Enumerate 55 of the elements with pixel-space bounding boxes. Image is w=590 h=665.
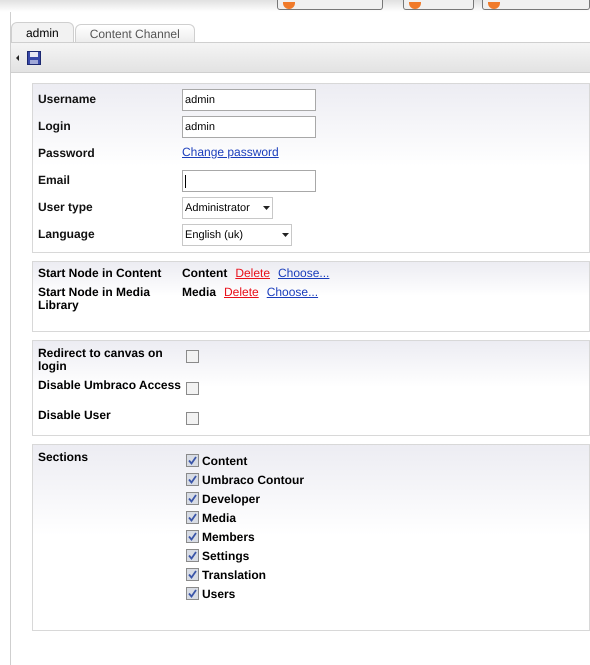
checkbox[interactable]	[186, 530, 199, 543]
section-label: Content	[202, 452, 248, 470]
field-label: Disable User	[38, 409, 112, 422]
field-label: Username	[38, 91, 98, 108]
action-icon	[488, 2, 500, 9]
checkbox[interactable]	[186, 473, 199, 486]
field-label: Disable Umbraco Access	[38, 379, 182, 392]
delete-link[interactable]: Delete	[224, 286, 259, 299]
action-icon	[409, 2, 422, 9]
toolbar-button[interactable]	[403, 0, 474, 10]
checkbox[interactable]	[186, 568, 199, 581]
choose-link[interactable]: Choose...	[278, 267, 330, 280]
field-label: Language	[38, 226, 96, 243]
checkbox[interactable]	[186, 454, 199, 467]
input-field[interactable]	[182, 170, 316, 192]
field-label: Password	[38, 145, 96, 162]
field-label: Start Node in Content	[38, 267, 162, 280]
field-label: Redirect to canvas on login	[38, 347, 164, 373]
dropdown[interactable]: Administrator	[182, 197, 273, 219]
field-label: Email	[38, 172, 72, 189]
field-label: Login	[38, 118, 72, 135]
checkbox[interactable]	[186, 412, 199, 425]
checkbox[interactable]	[186, 350, 199, 363]
node-name: Content	[182, 267, 228, 280]
section-label: Users	[202, 586, 236, 602]
caret-icon[interactable]	[16, 54, 19, 60]
section-label: Developer	[202, 490, 260, 508]
save-icon[interactable]	[27, 50, 41, 64]
node-name: Media	[182, 286, 216, 299]
tab[interactable]: Content Channel	[74, 24, 195, 42]
action-icon	[283, 2, 295, 9]
checkbox[interactable]	[186, 382, 199, 395]
field-label: User type	[38, 199, 94, 216]
field-label: Sections	[38, 451, 90, 466]
tab[interactable]: admin	[11, 22, 74, 42]
choose-link[interactable]: Choose...	[266, 286, 318, 299]
caret-icon	[263, 206, 270, 210]
input-field[interactable]: admin	[182, 89, 316, 111]
toolbar-button[interactable]	[482, 0, 590, 10]
checkbox[interactable]	[186, 492, 199, 505]
checkbox[interactable]	[186, 549, 199, 562]
toolbar-button[interactable]	[277, 0, 384, 10]
checkbox[interactable]	[186, 511, 199, 524]
input-field[interactable]: admin	[182, 116, 316, 138]
section-label: Media	[202, 510, 236, 526]
caret-icon	[282, 233, 289, 237]
delete-link[interactable]: Delete	[235, 267, 270, 280]
section-label: Settings	[202, 548, 250, 564]
field-label: Start Node in Media Library	[38, 286, 152, 312]
checkbox[interactable]	[186, 587, 199, 600]
section-label: Members	[202, 528, 255, 546]
dropdown[interactable]: English (uk)	[182, 224, 292, 246]
section-label: Umbraco Contour	[202, 472, 304, 488]
change-password-link[interactable]: Change password	[182, 143, 279, 161]
section-label: Translation	[202, 566, 266, 584]
